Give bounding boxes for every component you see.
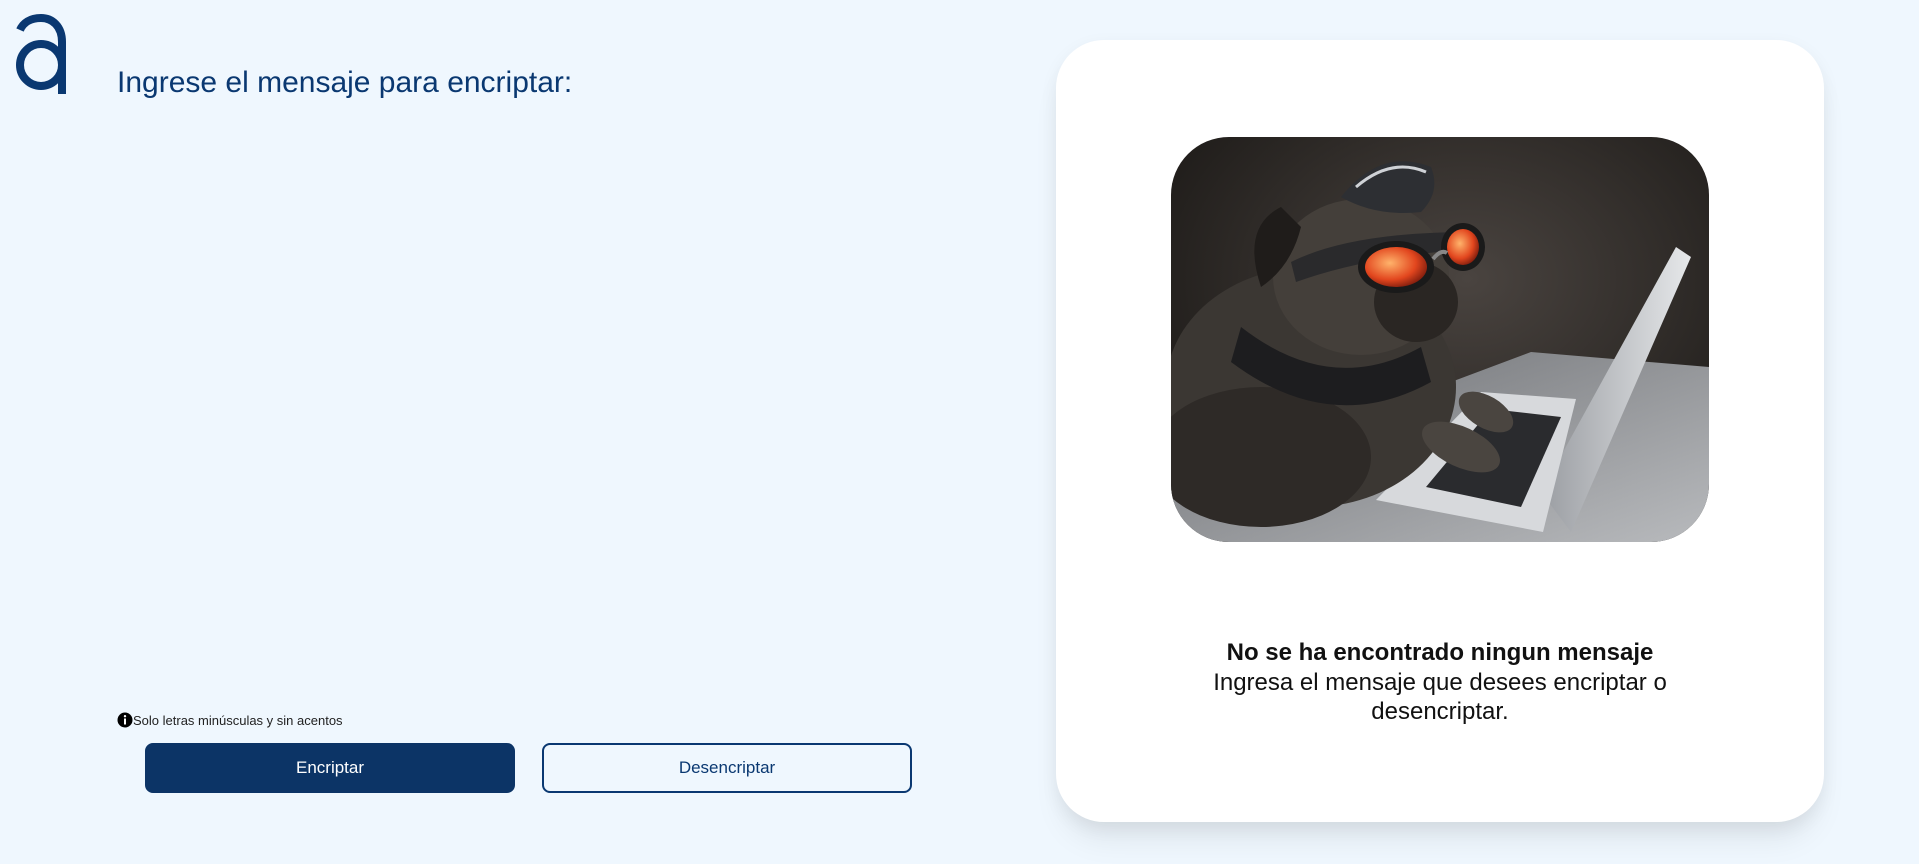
encrypt-button[interactable]: Encriptar [145,743,515,793]
decrypt-button[interactable]: Desencriptar [542,743,912,793]
input-hint: Solo letras minúsculas y sin acentos [117,712,343,728]
empty-state-description: Ingresa el mensaje que desees encriptar … [1213,669,1667,725]
pug-hacker-image [1171,137,1709,542]
message-input[interactable] [117,66,937,686]
empty-state-title: No se ha encontrado ningun mensaje [1226,639,1654,666]
output-panel: No se ha encontrado ningun mensaje Ingre… [1056,40,1824,822]
info-icon [117,712,133,728]
alura-logo-icon[interactable] [12,12,70,94]
app-page: Solo letras minúsculas y sin acentos Enc… [0,0,1919,864]
hint-text: Solo letras minúsculas y sin acentos [133,712,343,728]
